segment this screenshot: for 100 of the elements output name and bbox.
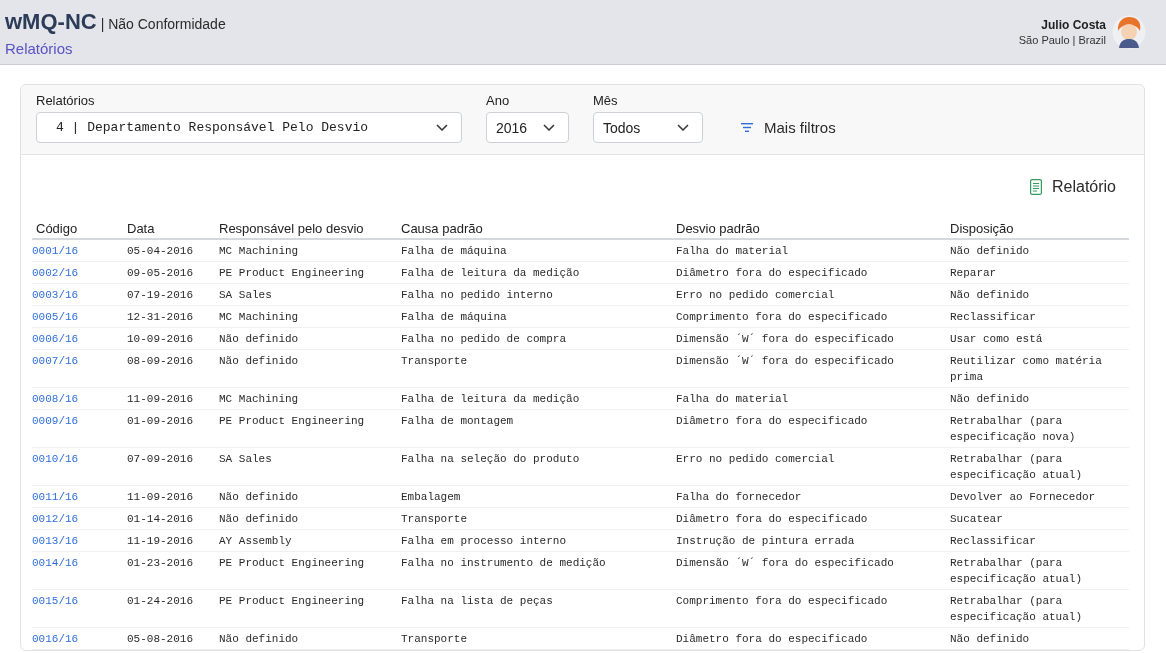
code-link[interactable]: 0016/16 — [32, 633, 79, 645]
table-cell: Falha de leitura da medição — [401, 393, 580, 405]
table-cell: 11-09-2016 — [127, 393, 193, 405]
code-link[interactable]: 0005/16 — [32, 311, 79, 323]
table-cell: Erro no pedido comercial — [676, 453, 835, 465]
column-header[interactable]: Data — [127, 221, 155, 236]
table-cell: Falha na lista de peças — [401, 595, 553, 607]
user-location: São Paulo | Brazil — [1018, 32, 1106, 48]
column-header[interactable]: Desvio padrão — [676, 221, 760, 236]
page-title: Relatórios — [5, 39, 74, 59]
code-link[interactable]: 0001/16 — [32, 245, 79, 257]
filter-icon — [741, 123, 753, 132]
table-cell: 11-19-2016 — [127, 535, 193, 547]
table-cell: Diâmetro fora do especificado — [676, 267, 868, 279]
code-link[interactable]: 0012/16 — [32, 513, 79, 525]
more-filters-button[interactable]: Mais filtros — [735, 115, 842, 140]
select-field[interactable]: 2016 — [486, 112, 569, 143]
table-cell: Dimensão ´W´ fora do especificado — [676, 355, 894, 367]
filter-label: Relatórios — [36, 92, 96, 110]
table-cell: Diâmetro fora do especificado — [676, 415, 868, 427]
table-cell: AY Assembly — [219, 535, 292, 547]
module-name: | Não Conformidade — [100, 15, 226, 34]
table-cell: Não definido — [950, 245, 1030, 257]
table-cell: 12-31-2016 — [127, 311, 193, 323]
table-cell: Instrução de pintura errada — [676, 535, 855, 547]
table-cell: 05-04-2016 — [127, 245, 193, 257]
table-cell: 05-08-2016 — [127, 633, 193, 645]
table-cell: Retrabalhar (para especificação nova) — [950, 415, 1076, 443]
table-cell: Retrabalhar (para especificação atual) — [950, 595, 1083, 623]
filter-label: Mês — [593, 92, 619, 110]
code-link[interactable]: 0003/16 — [32, 289, 79, 301]
table-cell: Diâmetro fora do especificado — [676, 633, 868, 645]
table-cell: Não definido — [950, 289, 1030, 301]
avatar-icon[interactable] — [1112, 15, 1146, 49]
table-cell: Não definido — [950, 393, 1030, 405]
table-cell: Falha na seleção do produto — [401, 453, 580, 465]
table-cell: 01-09-2016 — [127, 415, 193, 427]
table-cell: Falha em processo interno — [401, 535, 567, 547]
table-cell: Falha de máquina — [401, 311, 507, 323]
select-field[interactable]: Todos — [593, 112, 703, 143]
app-name: wMQ-NC — [5, 8, 97, 36]
code-link[interactable]: 0007/16 — [32, 355, 79, 367]
report-button[interactable]: Relatório — [1021, 174, 1124, 200]
table-cell: Transporte — [401, 355, 467, 367]
table-cell: Embalagem — [401, 491, 461, 503]
column-header[interactable]: Disposição — [950, 221, 1014, 236]
table-cell: Dimensão ´W´ fora do especificado — [676, 333, 894, 345]
table-cell: PE Product Engineering — [219, 595, 365, 607]
code-link[interactable]: 0009/16 — [32, 415, 79, 427]
table-cell: MC Machining — [219, 245, 299, 257]
code-link[interactable]: 0013/16 — [32, 535, 79, 547]
table-cell: 07-19-2016 — [127, 289, 193, 301]
table-cell: Falha do material — [676, 393, 789, 405]
table-cell: Retrabalhar (para especificação atual) — [950, 557, 1083, 585]
table-cell: Reparar — [950, 267, 997, 279]
table-cell: Não definido — [950, 633, 1030, 645]
code-link[interactable]: 0002/16 — [32, 267, 79, 279]
select-field[interactable]: 4 | Departamento Responsável Pelo Desvio — [36, 112, 462, 143]
table-cell: Erro no pedido comercial — [676, 289, 835, 301]
code-link[interactable]: 0011/16 — [32, 491, 79, 503]
table-cell: 09-05-2016 — [127, 267, 193, 279]
table-cell: Falha de montagem — [401, 415, 514, 427]
table-cell: Reclassificar — [950, 311, 1036, 323]
column-header[interactable]: Código — [36, 221, 78, 236]
column-header[interactable]: Responsável pelo desvio — [219, 221, 364, 236]
table-cell: Devolver ao Fornecedor — [950, 491, 1096, 503]
chevron-down-icon — [436, 124, 448, 131]
table-cell: Não definido — [219, 491, 299, 503]
table-cell: PE Product Engineering — [219, 267, 365, 279]
table-cell: Falha do material — [676, 245, 789, 257]
table-cell: Transporte — [401, 513, 467, 525]
table-cell: 07-09-2016 — [127, 453, 193, 465]
table-cell: Falha no instrumento de medição — [401, 557, 606, 569]
table-cell: PE Product Engineering — [219, 557, 365, 569]
table-cell: Não definido — [219, 333, 299, 345]
code-link[interactable]: 0006/16 — [32, 333, 79, 345]
table-cell: Não definido — [219, 633, 299, 645]
column-header[interactable]: Causa padrão — [401, 221, 483, 236]
code-link[interactable]: 0008/16 — [32, 393, 79, 405]
table-cell: MC Machining — [219, 393, 299, 405]
table-cell: 10-09-2016 — [127, 333, 193, 345]
table-cell: SA Sales — [219, 289, 272, 301]
code-link[interactable]: 0014/16 — [32, 557, 79, 569]
code-link[interactable]: 0010/16 — [32, 453, 79, 465]
chevron-down-icon — [677, 124, 689, 131]
table-cell: Sucatear — [950, 513, 1003, 525]
table-cell: 11-09-2016 — [127, 491, 193, 503]
table-cell: PE Product Engineering — [219, 415, 365, 427]
table-cell: Transporte — [401, 633, 467, 645]
user-name: Julio Costa — [1041, 16, 1106, 33]
table-cell: Falha de máquina — [401, 245, 507, 257]
table-cell: 08-09-2016 — [127, 355, 193, 367]
table-cell: Reclassificar — [950, 535, 1036, 547]
table-cell: Diâmetro fora do especificado — [676, 513, 868, 525]
table-cell: 01-24-2016 — [127, 595, 193, 607]
filter-label: Ano — [486, 92, 511, 110]
table-cell: Falha no pedido interno — [401, 289, 553, 301]
code-link[interactable]: 0015/16 — [32, 595, 79, 607]
table-cell: Falha no pedido de compra — [401, 333, 567, 345]
table-cell: Dimensão ´W´ fora do especificado — [676, 557, 894, 569]
